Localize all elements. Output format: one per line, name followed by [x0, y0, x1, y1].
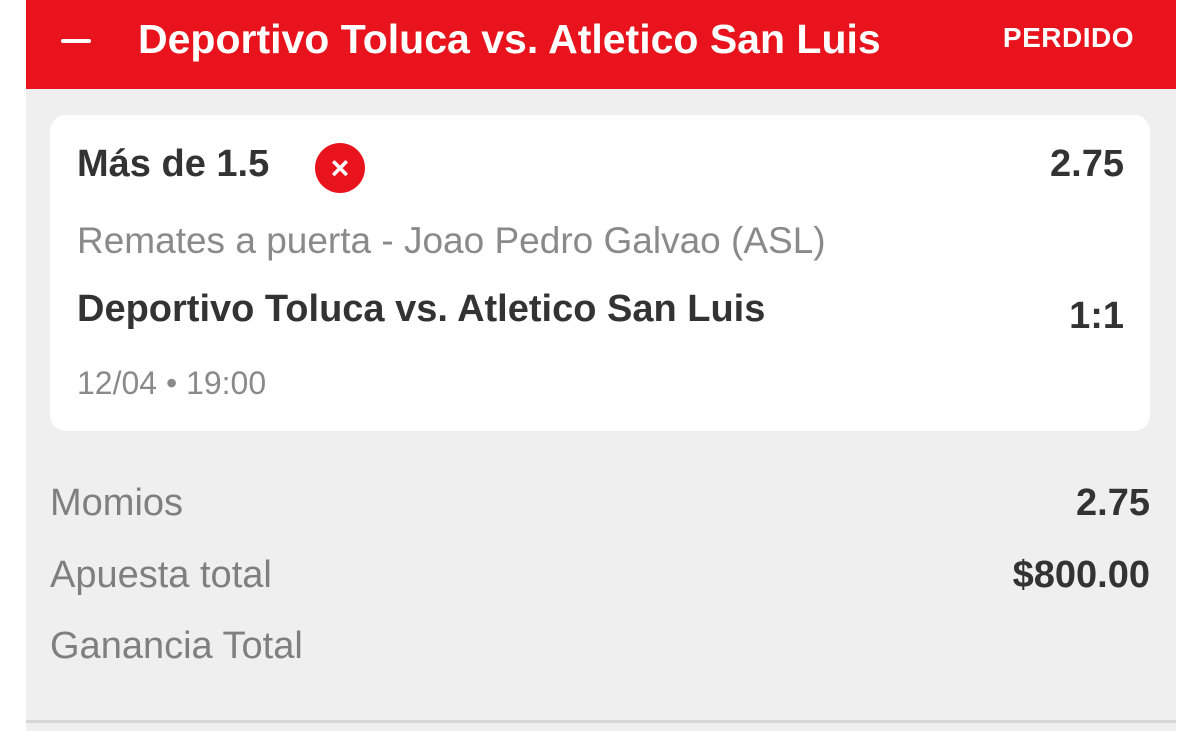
- ticket-header[interactable]: Deportivo Toluca vs. Atletico San Luis P…: [26, 0, 1176, 89]
- minus-icon: [61, 39, 91, 43]
- bet-selection-card: Más de 1.5 × 2.75 Remates a puerta - Joa…: [50, 115, 1150, 431]
- event-score: 1:1: [1069, 295, 1124, 337]
- event-datetime: 12/04 • 19:00: [77, 365, 267, 401]
- selection-odds: 2.75: [1050, 143, 1124, 185]
- selection-label: Más de 1.5: [77, 143, 270, 185]
- event-name: Deportivo Toluca vs. Atletico San Luis: [77, 288, 766, 330]
- winnings-label: Ganancia Total: [50, 625, 303, 667]
- bet-ticket: Deportivo Toluca vs. Atletico San Luis P…: [26, 0, 1176, 731]
- market-name: Remates a puerta - Joao Pedro Galvao (AS…: [77, 220, 826, 261]
- left-margin: [0, 0, 26, 731]
- summary-row-winnings: Ganancia Total: [50, 621, 1150, 671]
- right-margin: [1176, 0, 1200, 731]
- bet-history-screen: Deportivo Toluca vs. Atletico San Luis P…: [0, 0, 1200, 731]
- summary-row-momios: Momios 2.75: [50, 478, 1150, 528]
- momios-value: 2.75: [1076, 482, 1150, 524]
- status-badge: PERDIDO: [1002, 22, 1134, 53]
- close-circle-icon: ×: [315, 143, 365, 193]
- momios-label: Momios: [50, 482, 184, 524]
- divider: [26, 720, 1176, 723]
- ticket-title: Deportivo Toluca vs. Atletico San Luis: [138, 16, 881, 62]
- stake-label: Apuesta total: [50, 554, 272, 596]
- stake-value: $800.00: [1012, 554, 1150, 596]
- collapse-button[interactable]: [56, 26, 96, 56]
- summary-row-stake: Apuesta total $800.00: [50, 550, 1150, 600]
